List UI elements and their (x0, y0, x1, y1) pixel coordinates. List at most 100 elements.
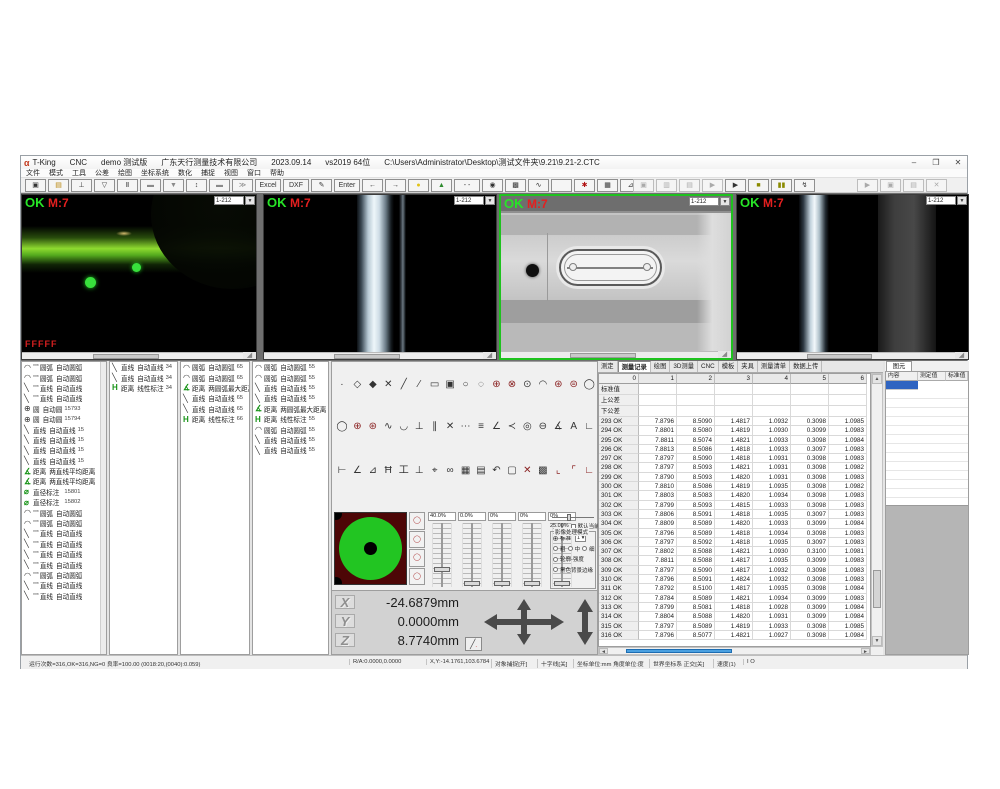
folder-button[interactable]: ▤ (679, 179, 700, 192)
tab-7[interactable]: 测量清单 (758, 361, 790, 372)
dim-vertical-tool-icon[interactable]: 工 (398, 464, 410, 477)
slider-track[interactable] (432, 523, 452, 587)
close-tool-button[interactable]: ✕ (926, 179, 947, 192)
grid-data-row[interactable]: 314 OK7.88048.50881.48201.09310.30991.09… (599, 612, 870, 621)
z-axis-button[interactable]: Ⅱ (117, 179, 138, 192)
save2-button[interactable]: ▣ (633, 179, 654, 192)
circle-scan2-tool-icon[interactable]: ⊗ (506, 378, 518, 391)
camera-hscrollbar[interactable] (737, 352, 955, 359)
arc-scan-tool-icon[interactable]: ⊛ (552, 378, 564, 391)
feature-item[interactable]: ╲***直线自动直线 (22, 580, 106, 590)
contrast-button[interactable]: - - (454, 179, 480, 192)
lift-button[interactable]: ↕ (186, 179, 207, 192)
minimize-button[interactable]: – (908, 158, 920, 167)
feature-item[interactable]: H距离线性标注66 (181, 414, 249, 424)
light-slider-1[interactable]: 40.0% (428, 512, 456, 588)
grid-data-row[interactable]: 308 OK7.88118.50881.48171.09350.30991.09… (599, 556, 870, 565)
tab-4[interactable]: CNC (698, 361, 719, 372)
dim-taper-tool-icon[interactable]: ⊿ (367, 464, 379, 477)
tab-0[interactable]: 测定 (598, 361, 618, 372)
feature-item[interactable]: ⌀直径标注15801 (22, 487, 106, 497)
xy-jog-arrows[interactable] (484, 599, 564, 645)
camera-zoom-select[interactable]: 1-212 (926, 196, 956, 205)
save3-button[interactable]: ▣ (880, 179, 901, 192)
coord-r-tool-icon[interactable]: ⌜ (568, 464, 580, 477)
line-tool-icon[interactable]: ╱ (398, 378, 410, 391)
chevron-down-icon[interactable]: ▼ (957, 196, 967, 205)
ellipse-tool-icon[interactable]: ◯ (583, 378, 595, 391)
feature-item[interactable]: ◠圆弧自动圆弧65 (181, 362, 249, 372)
matrix-button[interactable]: ▦ (597, 179, 618, 192)
slider-track[interactable] (492, 523, 512, 587)
feature-item[interactable]: ◠圆弧自动圆弧55 (253, 424, 328, 434)
coord-x-tool-icon[interactable]: ⌞ (552, 464, 564, 477)
dim-datum-tool-icon[interactable]: ⊥ (413, 464, 425, 477)
grid-data-row[interactable]: 310 OK7.87968.50911.48241.09320.30981.09… (599, 575, 870, 584)
ellipse-scan-tool-icon[interactable]: ⊕ (351, 420, 363, 433)
perpendicular-tool-icon[interactable]: ⊥ (413, 420, 425, 433)
y-axis-icon[interactable]: Y (335, 614, 355, 628)
run-button[interactable]: ↯ (794, 179, 815, 192)
scroll-left-icon[interactable]: ◄ (599, 648, 608, 654)
feature-item[interactable]: ◠圆弧自动圆弧65 (181, 372, 249, 382)
grid-data-row[interactable]: 293 OK7.87968.50901.48171.09320.30981.09… (599, 417, 870, 426)
close-button[interactable]: ✕ (952, 158, 964, 167)
angle2-tool-icon[interactable]: ∡ (552, 420, 564, 433)
arc-fit-tool-icon[interactable]: ◡ (398, 420, 410, 433)
maximize-button[interactable]: ❐ (930, 158, 942, 167)
enter-button[interactable]: Enter (334, 179, 360, 192)
grid-hscroll-thumb[interactable] (626, 649, 732, 653)
feature-item[interactable]: ╲***直线自动直线 (22, 528, 106, 538)
feature-item[interactable]: ∡距离两圆弧最大距离 (253, 404, 328, 414)
feature-item[interactable]: ╲***直线自动直线 (22, 383, 106, 393)
arc-scan2-tool-icon[interactable]: ⊜ (568, 378, 580, 391)
slider-thumb[interactable] (434, 567, 450, 572)
tab-8[interactable]: 数据上传 (790, 361, 822, 372)
parallel-tool-icon[interactable]: ∥ (429, 420, 441, 433)
camera-hscrollbar[interactable] (22, 352, 243, 359)
resize-grip-icon[interactable]: ◢ (483, 352, 496, 359)
x-axis-icon[interactable]: X (335, 595, 355, 609)
grid-data-row[interactable]: 304 OK7.88098.50891.48201.09330.30991.09… (599, 519, 870, 528)
z-axis-icon[interactable]: Z (335, 633, 355, 647)
feature-item[interactable]: ⊕圆自动圆15794 (22, 414, 106, 424)
scroll-up-icon[interactable]: ▲ (872, 374, 882, 384)
ring-inner-light-button[interactable]: ◯ (409, 549, 425, 567)
arrow-left-button[interactable]: ← (362, 179, 383, 192)
grid-data-row[interactable]: 312 OK7.87848.50891.48211.09340.30991.09… (599, 594, 870, 603)
feature-item[interactable]: ╲直线自动直线55 (253, 445, 328, 455)
chevron-down-icon[interactable]: ▼ (245, 196, 255, 205)
slider-track[interactable] (522, 523, 542, 587)
scroll-right-icon[interactable]: ► (861, 648, 870, 654)
save-button[interactable]: ▣ (25, 179, 46, 192)
probe-down-button[interactable]: ▼ (163, 179, 184, 192)
delete-tool-icon[interactable]: ✕ (521, 464, 533, 477)
camera-view-3-selected[interactable]: OK M:7 1-212 ▼ ◢ (499, 194, 733, 360)
select-add-tool-icon[interactable]: ◆ (367, 378, 379, 391)
tab-1[interactable]: 测量记录 (618, 361, 651, 372)
measurement-grid[interactable]: 0123456标准值上公差下公差293 OK7.87968.50901.4817… (598, 373, 871, 647)
grid-data-row[interactable]: 311 OK7.87928.51001.48171.09350.30981.09… (599, 584, 870, 593)
intersection-tool-icon[interactable]: ✕ (382, 378, 394, 391)
run-to-end-button[interactable]: ▶ (725, 179, 746, 192)
feature-item[interactable]: ╲直线自动直线55 (253, 383, 328, 393)
camera-zoom-select[interactable]: 1-212 (454, 196, 484, 205)
circle-dashed-tool-icon[interactable]: ◌ (475, 378, 487, 391)
feature-item[interactable]: ∡距离两直线平均距离 (22, 476, 106, 486)
camera-view-4[interactable]: OK M:7 1-212 ▼ ◢ (736, 194, 969, 360)
curve-tool-icon[interactable]: ∿ (382, 420, 394, 433)
circle-scan-tool-icon[interactable]: ⊕ (491, 378, 503, 391)
probe-button[interactable]: ▽ (94, 179, 115, 192)
point-tool-icon[interactable]: · (336, 378, 348, 391)
grid-data-row[interactable]: 316 OK7.87968.50771.48211.09270.30981.09… (599, 631, 870, 640)
dim-linear-tool-icon[interactable]: Ħ (382, 464, 394, 477)
tab-element[interactable]: 图元 (886, 361, 912, 371)
feature-item[interactable]: H距离线性标注55 (253, 414, 328, 424)
feature-item[interactable]: ∡距离两圆弧最大距离 (181, 383, 249, 393)
light-slider-4[interactable]: 0% (518, 512, 546, 588)
feature-item[interactable]: ╲直线自动直线65 (181, 404, 249, 414)
batch-button[interactable]: ▥ (656, 179, 677, 192)
radio-0[interactable] (553, 536, 558, 541)
slider-thumb[interactable] (494, 581, 510, 586)
tab-6[interactable]: 夹具 (738, 361, 758, 372)
